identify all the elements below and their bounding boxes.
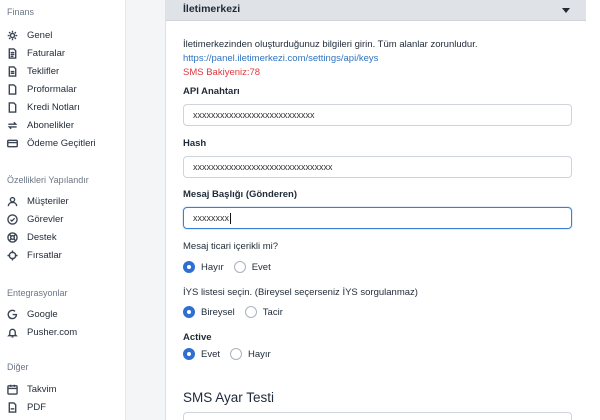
sidebar-item-label: Faturalar [27,47,66,59]
sms-balance: SMS Bakiyeniz:78 [183,67,261,78]
sidebar-item-label: Destek [27,231,57,243]
panel-title: İletimerkezi [183,3,241,15]
sidebar: Finans Genel Faturalar Teklifler Proform… [0,0,126,420]
hash-input[interactable]: xxxxxxxxxxxxxxxxxxxxxxxxxxxxxxx [183,156,572,178]
sidebar-item-destek[interactable]: Destek [7,229,57,245]
sidebar-item-label: PDF [27,401,46,413]
sender-label: Mesaj Başlığı (Gönderen) [183,189,298,200]
panel-header[interactable]: İletimerkezi [166,0,586,21]
chevron-down-icon[interactable] [562,8,570,13]
credit-card-icon [7,138,18,149]
file-outline-icon [7,83,18,95]
active-radio-group: Evet Hayır [183,348,281,360]
bell-icon [7,327,18,338]
section-title-finans: Finans [7,7,35,17]
radio-button[interactable] [244,306,257,318]
api-key-input[interactable]: xxxxxxxxxxxxxxxxxxxxxxxxxxx [183,104,572,126]
sidebar-item-faturalar[interactable]: Faturalar [7,45,65,61]
gear-icon [7,30,18,41]
sidebar-item-teklifler[interactable]: Teklifler [7,63,59,79]
commercial-question: Mesaj ticari içerikli mi? [183,241,279,252]
sidebar-item-firsatlar[interactable]: Fırsatlar [7,247,62,263]
radio-label: Bireysel [201,306,235,318]
google-icon [7,309,18,320]
settings-panel: İletimerkezi İletimerkezinden oluşturduğ… [165,0,600,420]
section-title-diger: Diğer [7,362,29,372]
sidebar-item-takvim[interactable]: Takvim [7,381,57,397]
sidebar-item-label: Genel [27,29,53,41]
sender-input[interactable]: xxxxxxxx [183,207,572,229]
crosshair-icon [7,249,18,261]
pdf-icon [7,401,18,413]
sms-test-heading: SMS Ayar Testi [183,390,275,405]
sidebar-item-label: Takvim [27,383,57,395]
sidebar-item-label: Google [27,308,58,320]
sidebar-item-kredi-notlari[interactable]: Kredi Notları [7,99,80,115]
sidebar-item-proformalar[interactable]: Proformalar [7,81,77,97]
api-key-label: API Anahtarı [183,86,240,97]
radio-tacir[interactable]: Tacir [244,306,283,318]
sidebar-item-genel[interactable]: Genel [7,27,52,43]
active-label: Active [183,332,212,343]
radio-label: Tacir [262,306,283,318]
sidebar-item-label: Kredi Notları [27,101,80,113]
radio-active-evet[interactable]: Evet [183,348,220,360]
radio-label: Evet [251,261,271,273]
sidebar-item-pdf[interactable]: PDF [7,399,46,415]
sidebar-item-label: Abonelikler [27,119,74,131]
calendar-icon [7,384,18,395]
radio-label: Evet [201,348,221,360]
sidebar-item-label: Proformalar [27,83,77,95]
repeat-icon [7,120,18,131]
radio-button[interactable] [230,348,243,360]
intro-text: İletimerkezinden oluşturduğunuz bilgiler… [183,39,478,50]
sidebar-item-odeme-gecitleri[interactable]: Ödeme Geçitleri [7,135,96,151]
radio-active-hayir[interactable]: Hayır [230,348,271,360]
commercial-radio-group: Hayır Evet [183,261,281,273]
sidebar-item-google[interactable]: Google [7,306,58,322]
iys-radio-group: Bireysel Tacir [183,306,293,318]
section-title-entegrasyonlar: Entegrasyonlar [7,288,68,298]
file-icon [7,65,18,77]
sidebar-item-label: Görevler [27,213,64,225]
sidebar-item-label: Teklifler [27,65,60,77]
content-gutter [127,0,165,420]
sidebar-item-abonelikler[interactable]: Abonelikler [7,117,74,133]
user-icon [7,196,18,207]
sidebar-item-label: Ödeme Geçitleri [27,137,96,149]
radio-button[interactable] [233,261,246,273]
text-cursor [230,213,231,225]
radio-label: Hayır [248,348,271,360]
sms-test-box [183,412,572,420]
radio-label: Hayır [201,261,224,273]
radio-evet[interactable]: Evet [233,261,271,273]
sidebar-item-pusher[interactable]: Pusher.com [7,324,77,340]
radio-hayir[interactable]: Hayır [183,261,224,273]
radio-button-selected[interactable] [183,261,195,273]
radio-button-selected[interactable] [183,306,195,318]
lifebuoy-icon [7,231,18,243]
hash-label: Hash [183,138,207,149]
sidebar-item-label: Pusher.com [27,326,78,338]
sidebar-item-musteriler[interactable]: Müşteriler [7,193,69,209]
sender-value: xxxxxxxx [193,213,229,223]
document-icon [7,47,18,59]
radio-button-selected[interactable] [183,348,195,360]
sidebar-item-label: Müşteriler [27,195,69,207]
sidebar-item-label: Fırsatlar [27,249,62,261]
check-circle-icon [7,213,18,225]
iys-question: İYS listesi seçin. (Bireysel seçerseniz … [183,287,418,298]
file-outline-icon [7,101,18,113]
radio-bireysel[interactable]: Bireysel [183,306,235,318]
section-title-ozellikleri: Özellikleri Yapılandır [7,175,89,185]
api-keys-link[interactable]: https://panel.iletimerkezi.com/settings/… [183,53,378,64]
sidebar-item-gorevler[interactable]: Görevler [7,211,63,227]
